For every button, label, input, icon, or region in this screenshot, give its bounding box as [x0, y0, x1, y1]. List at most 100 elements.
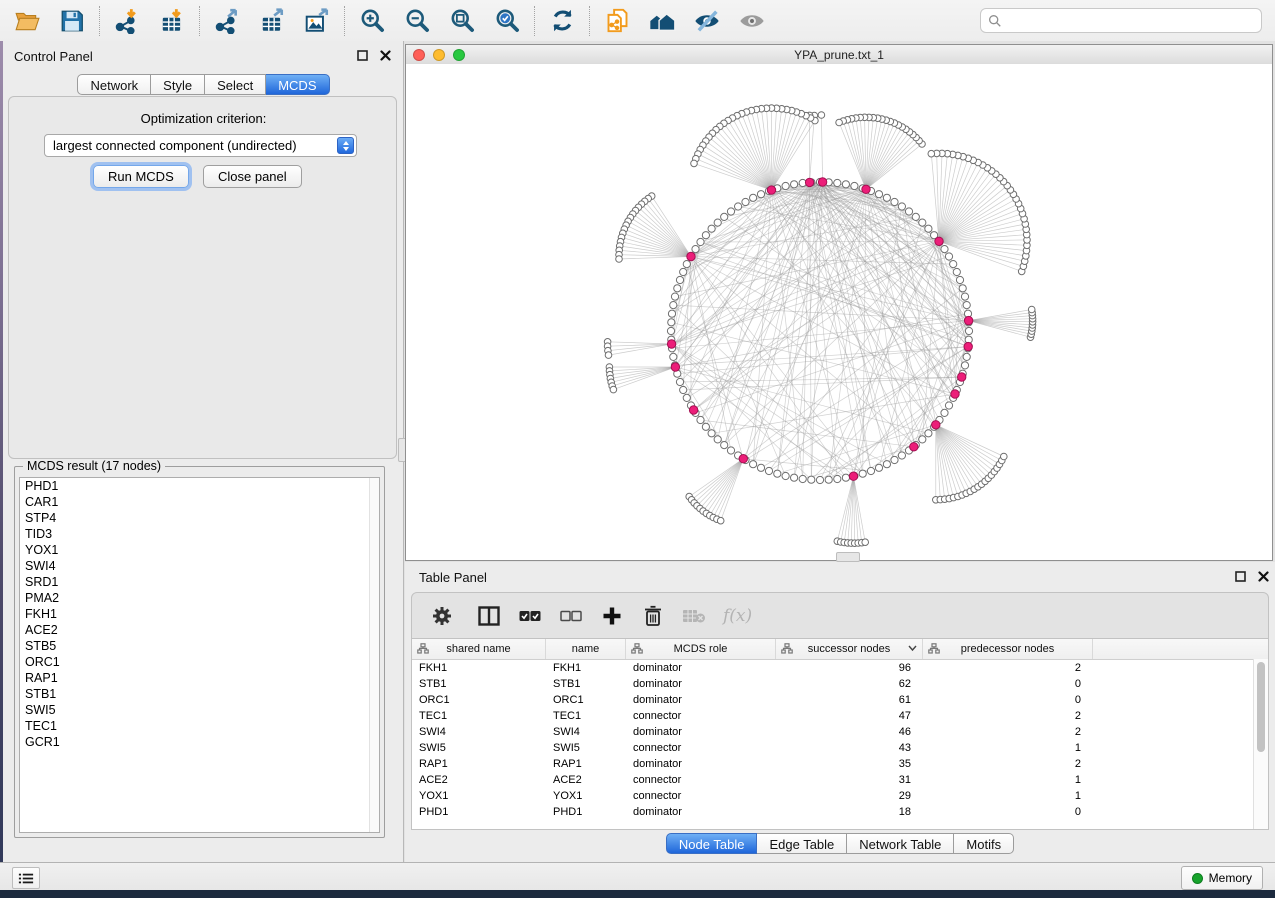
tab-network[interactable]: Network: [77, 74, 151, 95]
close-table-panel-icon[interactable]: [1258, 571, 1269, 582]
table-cell-successor-nodes[interactable]: 35: [776, 756, 923, 772]
table-cell-shared-name[interactable]: FKH1: [412, 660, 546, 676]
table-cell-MCDS-role[interactable]: dominator: [626, 660, 776, 676]
table-cell-shared-name[interactable]: ACE2: [412, 772, 546, 788]
table-tab-node-table[interactable]: Node Table: [666, 833, 758, 854]
table-cell-name[interactable]: TEC1: [546, 708, 626, 724]
delete-column-icon[interactable]: [641, 604, 665, 628]
table-tab-motifs[interactable]: Motifs: [954, 833, 1014, 854]
table-cell-successor-nodes[interactable]: 18: [776, 804, 923, 820]
panel-list-button[interactable]: [12, 867, 40, 889]
zoom-selected-icon[interactable]: [493, 7, 521, 35]
show-all-icon[interactable]: [738, 7, 766, 35]
zoom-out-icon[interactable]: [403, 7, 431, 35]
table-cell-predecessor-nodes[interactable]: 2: [923, 660, 1093, 676]
table-row[interactable]: TEC1TEC1connector472: [412, 708, 1268, 724]
mcds-result-item[interactable]: PMA2: [20, 590, 379, 606]
table-cell-name[interactable]: PHD1: [546, 804, 626, 820]
table-row[interactable]: RAP1RAP1dominator352: [412, 756, 1268, 772]
table-cell-name[interactable]: ACE2: [546, 772, 626, 788]
table-row[interactable]: SWI5SWI5connector431: [412, 740, 1268, 756]
table-cell-MCDS-role[interactable]: dominator: [626, 724, 776, 740]
mcds-list-scrollbar[interactable]: [369, 478, 379, 832]
zoom-in-icon[interactable]: [358, 7, 386, 35]
table-cell-predecessor-nodes[interactable]: 2: [923, 724, 1093, 740]
mcds-result-item[interactable]: SWI4: [20, 558, 379, 574]
table-cell-MCDS-role[interactable]: connector: [626, 740, 776, 756]
close-panel-icon[interactable]: [380, 50, 391, 61]
table-cell-shared-name[interactable]: PHD1: [412, 804, 546, 820]
table-row[interactable]: FKH1FKH1dominator962: [412, 660, 1268, 676]
table-cell-successor-nodes[interactable]: 61: [776, 692, 923, 708]
mcds-result-item[interactable]: GCR1: [20, 734, 379, 750]
mcds-result-item[interactable]: RAP1: [20, 670, 379, 686]
table-cell-predecessor-nodes[interactable]: 2: [923, 708, 1093, 724]
horizontal-splitter-handle[interactable]: [836, 552, 860, 562]
table-cell-MCDS-role[interactable]: dominator: [626, 692, 776, 708]
table-tab-edge-table[interactable]: Edge Table: [757, 833, 847, 854]
mcds-result-item[interactable]: TEC1: [20, 718, 379, 734]
table-row[interactable]: PHD1PHD1dominator180: [412, 804, 1268, 820]
mcds-result-item[interactable]: SWI5: [20, 702, 379, 718]
open-file-icon[interactable]: [13, 7, 41, 35]
column-header-shared-name[interactable]: shared name: [412, 639, 546, 659]
table-cell-name[interactable]: SWI5: [546, 740, 626, 756]
mcds-result-item[interactable]: SRD1: [20, 574, 379, 590]
table-cell-name[interactable]: STB1: [546, 676, 626, 692]
table-cell-successor-nodes[interactable]: 29: [776, 788, 923, 804]
export-table-icon[interactable]: [258, 7, 286, 35]
network-canvas[interactable]: [406, 64, 1272, 560]
search-input[interactable]: [1007, 13, 1254, 29]
table-cell-predecessor-nodes[interactable]: 1: [923, 788, 1093, 804]
table-cell-MCDS-role[interactable]: dominator: [626, 804, 776, 820]
mcds-result-item[interactable]: ACE2: [20, 622, 379, 638]
table-cell-shared-name[interactable]: SWI4: [412, 724, 546, 740]
run-mcds-button[interactable]: Run MCDS: [93, 165, 189, 188]
table-cell-shared-name[interactable]: STB1: [412, 676, 546, 692]
table-cell-MCDS-role[interactable]: connector: [626, 708, 776, 724]
hide-selected-icon[interactable]: [693, 7, 721, 35]
first-neighbors-icon[interactable]: [648, 7, 676, 35]
mcds-result-item[interactable]: YOX1: [20, 542, 379, 558]
refresh-icon[interactable]: [548, 7, 576, 35]
deselect-all-checkboxes-icon[interactable]: [559, 604, 583, 628]
mcds-result-item[interactable]: STB1: [20, 686, 379, 702]
table-cell-predecessor-nodes[interactable]: 0: [923, 692, 1093, 708]
table-cell-shared-name[interactable]: SWI5: [412, 740, 546, 756]
export-image-icon[interactable]: [303, 7, 331, 35]
table-scrollbar[interactable]: [1253, 659, 1268, 829]
column-header-MCDS-role[interactable]: MCDS role: [626, 639, 776, 659]
tab-mcds[interactable]: MCDS: [266, 74, 329, 95]
tab-select[interactable]: Select: [205, 74, 266, 95]
table-cell-MCDS-role[interactable]: dominator: [626, 756, 776, 772]
table-cell-predecessor-nodes[interactable]: 0: [923, 676, 1093, 692]
table-cell-successor-nodes[interactable]: 31: [776, 772, 923, 788]
table-cell-MCDS-role[interactable]: connector: [626, 772, 776, 788]
import-table-icon[interactable]: [158, 7, 186, 35]
save-session-icon[interactable]: [58, 7, 86, 35]
column-header-predecessor-nodes[interactable]: predecessor nodes: [923, 639, 1093, 659]
mcds-result-list[interactable]: PHD1CAR1STP4TID3YOX1SWI4SRD1PMA2FKH1ACE2…: [19, 477, 380, 833]
mcds-result-item[interactable]: STP4: [20, 510, 379, 526]
mcds-result-item[interactable]: FKH1: [20, 606, 379, 622]
memory-button[interactable]: Memory: [1181, 866, 1263, 890]
table-cell-predecessor-nodes[interactable]: 0: [923, 804, 1093, 820]
mcds-result-item[interactable]: CAR1: [20, 494, 379, 510]
table-cell-name[interactable]: SWI4: [546, 724, 626, 740]
mcds-result-item[interactable]: ORC1: [20, 654, 379, 670]
table-cell-name[interactable]: YOX1: [546, 788, 626, 804]
table-cell-name[interactable]: ORC1: [546, 692, 626, 708]
select-all-checkboxes-icon[interactable]: [518, 604, 542, 628]
table-cell-shared-name[interactable]: TEC1: [412, 708, 546, 724]
table-cell-predecessor-nodes[interactable]: 1: [923, 740, 1093, 756]
table-cell-shared-name[interactable]: YOX1: [412, 788, 546, 804]
table-cell-successor-nodes[interactable]: 46: [776, 724, 923, 740]
close-panel-button[interactable]: Close panel: [203, 165, 302, 188]
add-column-icon[interactable]: [600, 604, 624, 628]
gear-icon[interactable]: [430, 604, 454, 628]
table-tab-network-table[interactable]: Network Table: [847, 833, 954, 854]
column-header-successor-nodes[interactable]: successor nodes: [776, 639, 923, 659]
import-network-icon[interactable]: [113, 7, 141, 35]
table-cell-successor-nodes[interactable]: 47: [776, 708, 923, 724]
table-cell-successor-nodes[interactable]: 62: [776, 676, 923, 692]
